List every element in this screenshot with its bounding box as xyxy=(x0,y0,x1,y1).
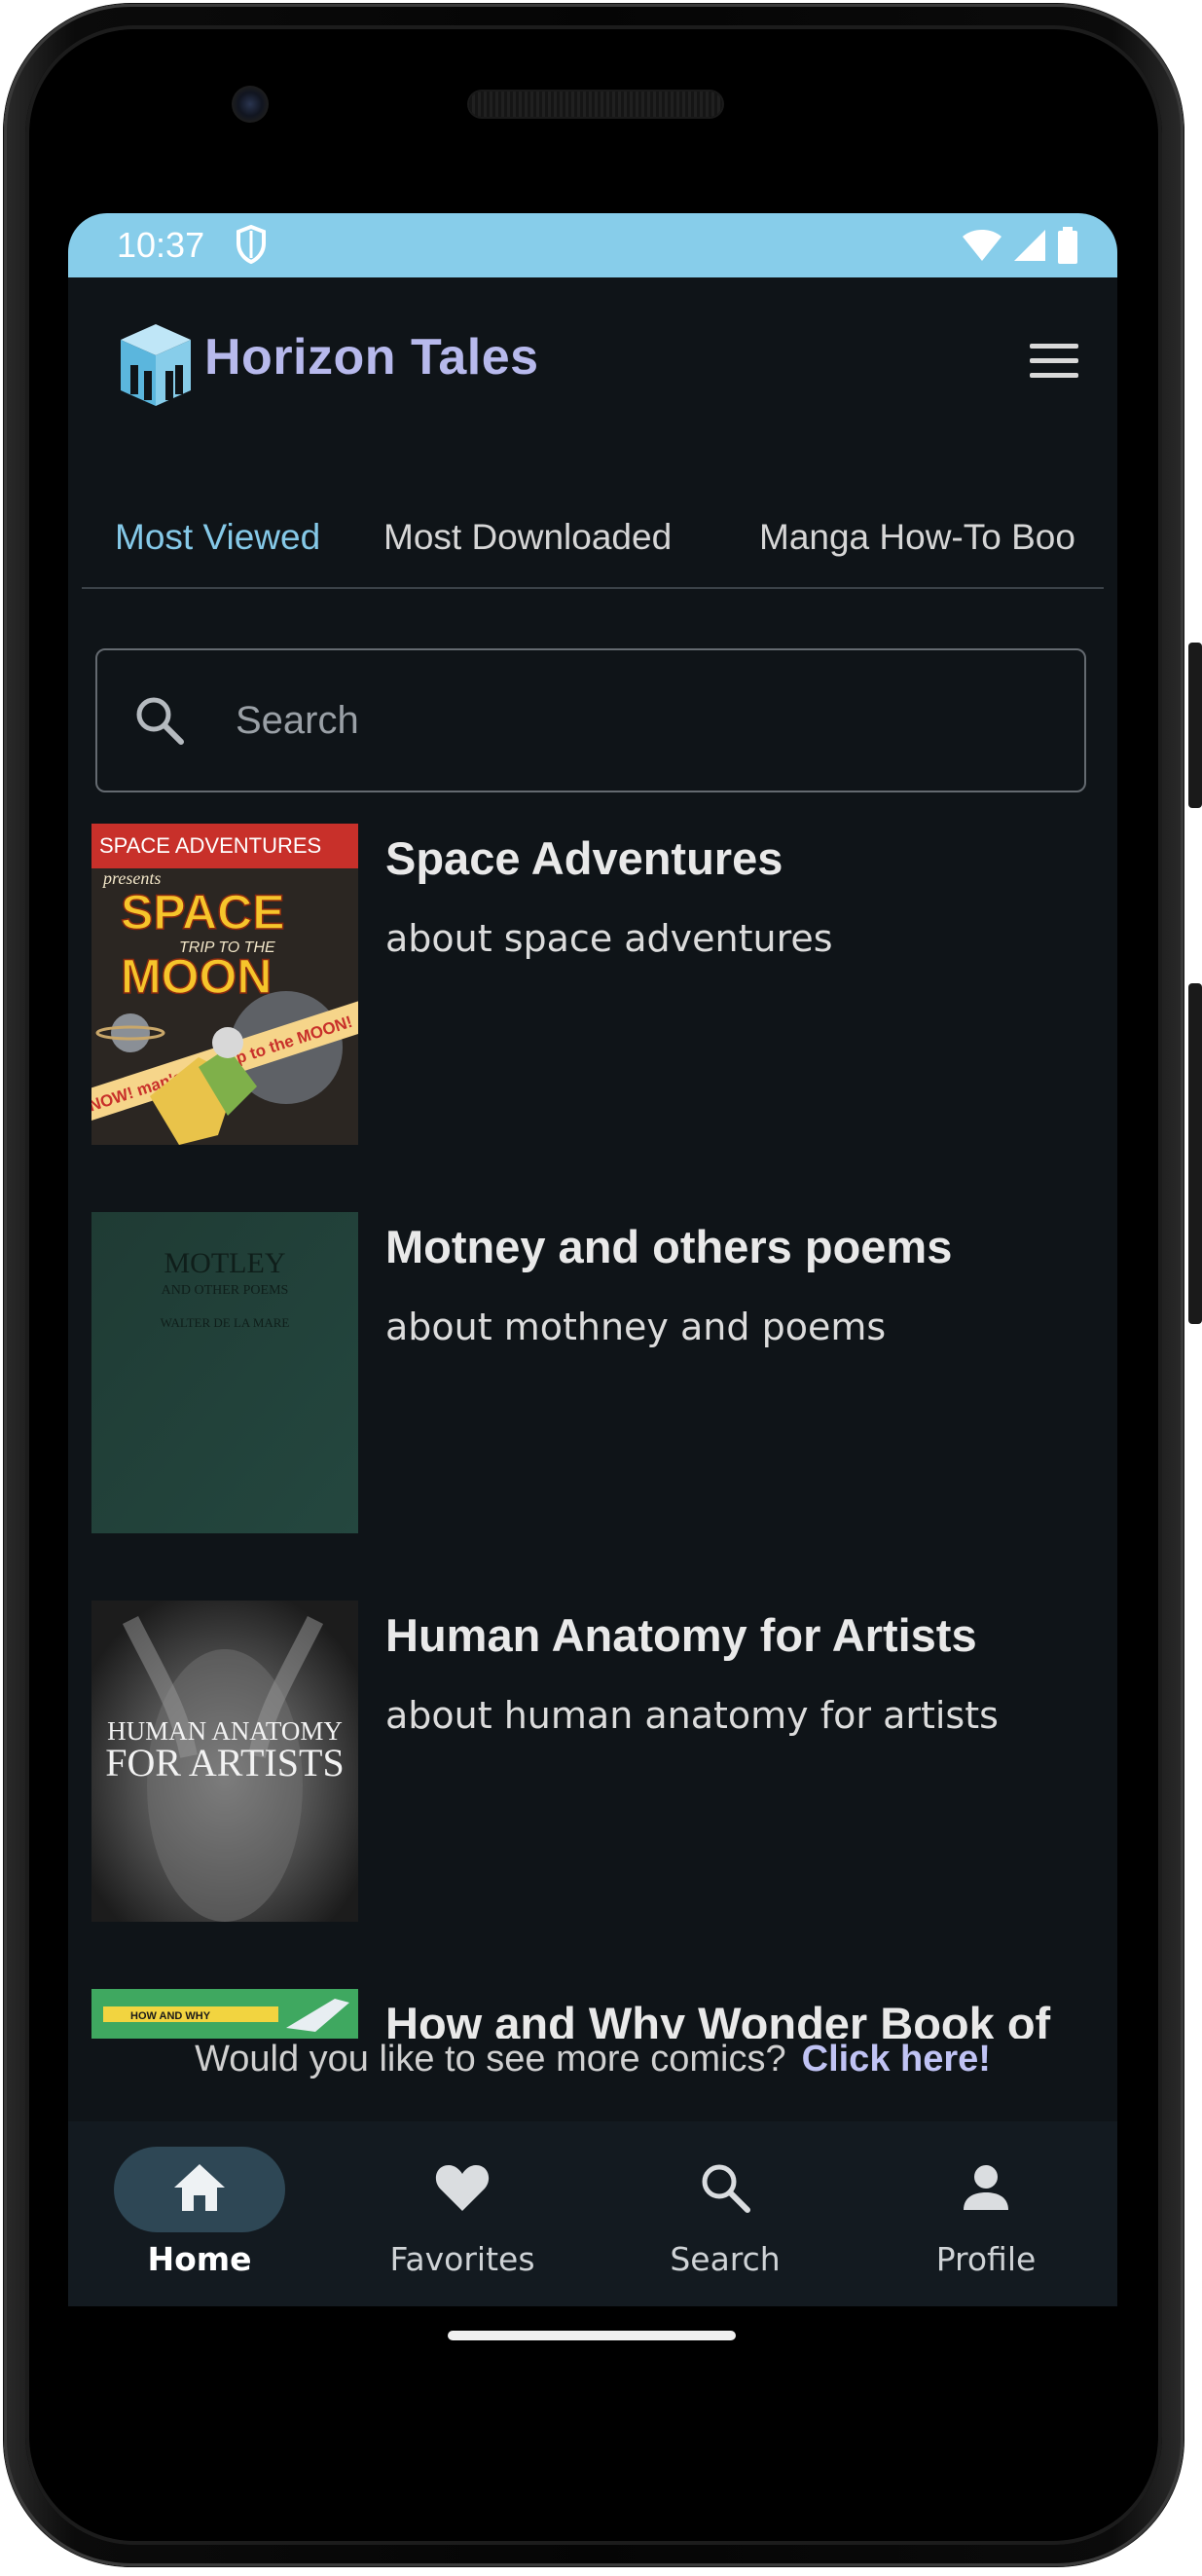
logo-icon xyxy=(115,320,197,415)
svg-text:AND OTHER POEMS: AND OTHER POEMS xyxy=(162,1283,289,1298)
cover-image: HUMAN ANATOMY FOR ARTISTS xyxy=(91,1601,358,1922)
nav-search[interactable]: Search xyxy=(594,2121,856,2306)
search-input[interactable]: Search xyxy=(95,648,1086,792)
tab-bar-strip: Most Viewed Most Downloaded Manga How-To… xyxy=(82,496,1104,589)
app-bar: Horizon Tales xyxy=(68,277,1117,443)
nav-home-indicator xyxy=(114,2147,285,2232)
volume-button xyxy=(1188,643,1202,808)
item-title: Space Adventures xyxy=(385,832,783,884)
earpiece-speaker xyxy=(469,92,722,117)
svg-text:MOON: MOON xyxy=(121,949,273,1004)
nav-profile[interactable]: Profile xyxy=(855,2121,1117,2306)
nav-favorites-indicator xyxy=(377,2147,548,2232)
menu-button[interactable] xyxy=(1030,344,1078,383)
app-brand-name: Horizon Tales xyxy=(204,329,539,386)
cover-image: HOW AND WHY xyxy=(91,1989,358,2045)
item-description: about mothney and poems xyxy=(385,1306,887,1348)
search-placeholder: Search xyxy=(236,699,359,742)
heart-icon xyxy=(434,2162,491,2218)
svg-text:SPACE: SPACE xyxy=(121,885,285,939)
nav-search-label: Search xyxy=(670,2240,781,2278)
nav-favorites-label: Favorites xyxy=(389,2240,535,2278)
cellular-signal-icon xyxy=(1012,228,1047,268)
wifi-icon xyxy=(962,228,1002,268)
home-indicator-bar[interactable] xyxy=(448,2331,736,2340)
battery-icon xyxy=(1057,227,1078,269)
nav-home[interactable]: Home xyxy=(68,2121,331,2306)
svg-text:WALTER DE LA MARE: WALTER DE LA MARE xyxy=(161,1315,290,1330)
cover-text: HOW AND WHY xyxy=(130,2010,211,2022)
search-icon xyxy=(132,693,187,753)
item-description: about human anatomy for artists xyxy=(385,1694,999,1737)
item-title: Human Anatomy for Artists xyxy=(385,1609,977,1661)
cover-image: SPACE ADVENTURES presents SPACE TRIP TO … xyxy=(91,824,358,1145)
click-here-link[interactable]: Click here! xyxy=(802,2039,991,2079)
cover-image: MOTLEY AND OTHER POEMS WALTER DE LA MARE xyxy=(91,1212,358,1533)
status-bar: 10:37 xyxy=(68,213,1117,277)
front-camera xyxy=(232,86,269,123)
nav-favorites[interactable]: Favorites xyxy=(331,2121,594,2306)
menu-icon xyxy=(1030,344,1078,349)
home-icon xyxy=(172,2162,227,2218)
power-button xyxy=(1188,983,1202,1324)
shield-icon xyxy=(236,224,267,269)
nav-profile-label: Profile xyxy=(935,2240,1037,2278)
svg-text:FOR ARTISTS: FOR ARTISTS xyxy=(105,1741,344,1785)
nav-profile-indicator xyxy=(900,2147,1072,2232)
list-item[interactable]: HUMAN ANATOMY FOR ARTISTS Human Anatomy … xyxy=(91,1601,1104,1922)
list-item[interactable]: MOTLEY AND OTHER POEMS WALTER DE LA MARE… xyxy=(91,1212,1104,1533)
search-icon xyxy=(699,2161,751,2219)
nav-home-label: Home xyxy=(147,2240,252,2278)
tab-most-downloaded[interactable]: Most Downloaded xyxy=(383,517,672,558)
nav-search-indicator xyxy=(639,2147,811,2232)
status-time: 10:37 xyxy=(117,225,205,265)
cover-text: SPACE ADVENTURES xyxy=(99,833,321,858)
app-screen: 10:37 Horizon Tales Most Viewed Most Dow… xyxy=(68,213,1117,2306)
person-icon xyxy=(962,2163,1010,2217)
item-description: about space adventures xyxy=(385,917,833,960)
item-title: Motney and others poems xyxy=(385,1221,953,1272)
bottom-navigation: Home Favorites Search Profile xyxy=(68,2121,1117,2306)
tab-most-viewed[interactable]: Most Viewed xyxy=(115,517,320,558)
more-comics-prompt: Would you like to see more comics? Click … xyxy=(68,2039,1117,2080)
list-item[interactable]: SPACE ADVENTURES presents SPACE TRIP TO … xyxy=(91,824,1104,1145)
tab-manga-how-to[interactable]: Manga How-To Boo xyxy=(759,517,1075,558)
cover-text: MOTLEY xyxy=(164,1247,286,1279)
promo-text: Would you like to see more comics? xyxy=(195,2039,786,2079)
